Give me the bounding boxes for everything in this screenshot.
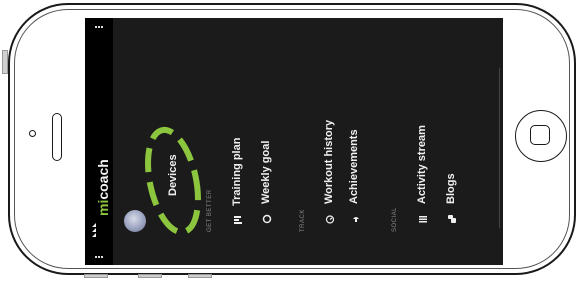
menu-item-workout-history[interactable]: Workout history bbox=[323, 120, 335, 204]
menu-item-weekly-goal[interactable]: Weekly goal bbox=[260, 141, 272, 204]
status-battery-icon bbox=[95, 256, 103, 258]
trophy-icon bbox=[353, 217, 359, 222]
menu-item-training-plan[interactable]: Training plan bbox=[231, 138, 243, 206]
power-button bbox=[188, 274, 212, 278]
volume-down-button bbox=[138, 274, 162, 278]
home-button-icon bbox=[530, 125, 550, 145]
speaker-grille bbox=[52, 113, 62, 161]
section-label-track: TRACK bbox=[300, 209, 306, 232]
status-signal-icon bbox=[95, 26, 103, 28]
stopwatch-icon bbox=[325, 215, 335, 224]
volume-up-button bbox=[84, 274, 108, 278]
menu-item-blogs[interactable]: Blogs bbox=[445, 173, 457, 204]
adidas-logo-icon bbox=[92, 223, 96, 237]
chat-bubbles-icon bbox=[448, 215, 456, 223]
logo-mi: mi bbox=[95, 199, 111, 216]
section-label-social: SOCIAL bbox=[392, 206, 398, 232]
target-icon bbox=[262, 214, 272, 224]
menu-item-activity-stream[interactable]: Activity stream bbox=[416, 125, 428, 204]
scrollbar[interactable] bbox=[499, 68, 500, 228]
logo-coach: coach bbox=[95, 159, 111, 200]
bar-chart-icon bbox=[234, 216, 242, 224]
volume-button bbox=[2, 50, 8, 74]
front-camera bbox=[29, 130, 36, 137]
devices-highlight-ellipse bbox=[145, 126, 201, 236]
stream-icon bbox=[419, 216, 427, 223]
menu-item-achievements[interactable]: Achievements bbox=[348, 129, 360, 204]
app-logo-text: micoach bbox=[95, 159, 111, 216]
